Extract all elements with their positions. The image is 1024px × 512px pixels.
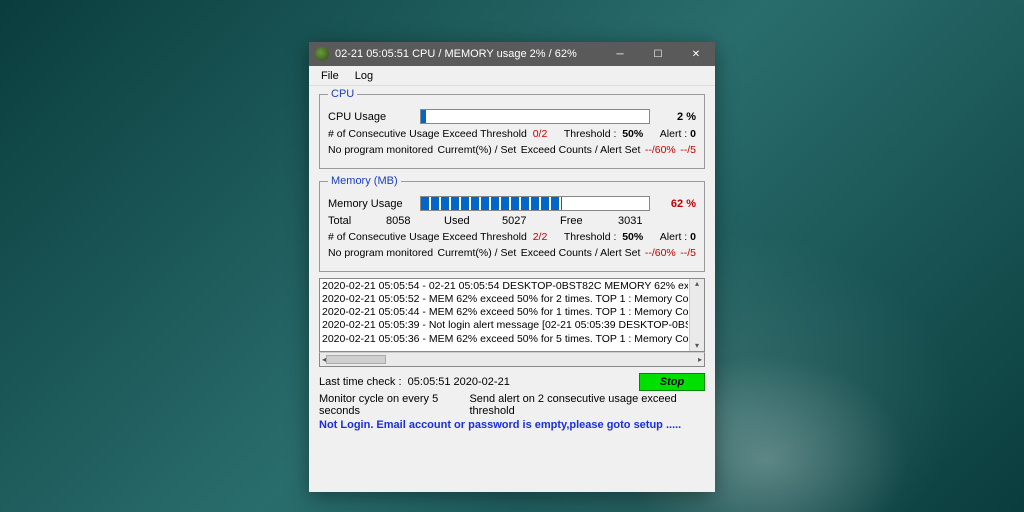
cpu-progress-fill [421, 110, 426, 123]
lastcheck-label: Last time check : [319, 376, 402, 388]
cpu-progress [420, 109, 650, 124]
mem-col3: --/60% [645, 247, 676, 259]
cpu-exceed-label: # of Consecutive Usage Exceed Threshold [328, 128, 527, 140]
titlebar[interactable]: 02-21 05:05:51 CPU / MEMORY usage 2% / 6… [309, 42, 715, 66]
mem-threshold-value: 50% [622, 231, 643, 243]
mem-progress-fill [421, 197, 562, 210]
mem-free-k: Free [560, 215, 618, 227]
monitor-cycle-text: Monitor cycle on every 5 seconds [319, 393, 469, 417]
menu-log[interactable]: Log [347, 68, 381, 84]
app-icon [315, 47, 329, 61]
cpu-alert-value: 0 [690, 128, 696, 140]
mem-progress [420, 196, 650, 211]
content-area: CPU CPU Usage 2 % # of Consecutive Usage… [309, 86, 715, 492]
cpu-col3: --/60% [645, 144, 676, 156]
maximize-button[interactable]: ☐ [639, 42, 677, 66]
mem-alert-value: 0 [690, 231, 696, 243]
log-horizontal-scrollbar[interactable]: ◂ ▸ [319, 352, 705, 367]
close-button[interactable]: ✕ [677, 42, 715, 66]
mem-exceed-label: # of Consecutive Usage Exceed Threshold [328, 231, 527, 243]
cpu-col4: --/5 [680, 144, 696, 156]
cpu-col2: Exceed Counts / Alert Set [521, 144, 641, 156]
cpu-usage-label: CPU Usage [328, 111, 420, 123]
cpu-threshold-label: Threshold : [564, 128, 617, 140]
alert-rule-text: Send alert on 2 consecutive usage exceed… [469, 393, 705, 417]
mem-threshold-label: Threshold : [564, 231, 617, 243]
mem-used-v: 5027 [502, 215, 560, 227]
cpu-usage-pct: 2 % [660, 111, 696, 123]
minimize-button[interactable]: ─ [601, 42, 639, 66]
log-line[interactable]: 2020-02-21 05:05:39 - Not login alert me… [322, 319, 688, 332]
mem-total-k: Total [328, 215, 386, 227]
log-line[interactable]: 2020-02-21 05:05:52 - MEM 62% exceed 50%… [322, 293, 688, 306]
stop-button[interactable]: Stop [639, 373, 705, 391]
log-line[interactable]: 2020-02-21 05:05:36 - MEM 62% exceed 50%… [322, 333, 688, 346]
mem-alert-label: Alert : [660, 231, 687, 243]
mem-used-k: Used [444, 215, 502, 227]
menubar: File Log [309, 66, 715, 86]
mem-col4: --/5 [680, 247, 696, 259]
cpu-group: CPU CPU Usage 2 % # of Consecutive Usage… [319, 88, 705, 169]
cpu-legend: CPU [328, 88, 357, 100]
log-vertical-scrollbar[interactable] [689, 279, 704, 351]
memory-legend: Memory (MB) [328, 175, 401, 187]
scroll-thumb[interactable] [326, 355, 386, 364]
cpu-noprog: No program monitored [328, 144, 433, 156]
cpu-threshold-value: 50% [622, 128, 643, 140]
login-status-text: Not Login. Email account or password is … [319, 419, 681, 431]
log-listbox[interactable]: 2020-02-21 05:05:54 - 02-21 05:05:54 DES… [319, 278, 705, 352]
mem-noprog: No program monitored [328, 247, 433, 259]
cpu-exceed-value: 0/2 [533, 128, 548, 140]
app-window: 02-21 05:05:51 CPU / MEMORY usage 2% / 6… [309, 42, 715, 492]
mem-usage-pct: 62 % [660, 198, 696, 210]
memory-group: Memory (MB) Memory Usage 62 % Total 8058… [319, 175, 705, 272]
mem-exceed-value: 2/2 [533, 231, 548, 243]
cpu-alert-label: Alert : [660, 128, 687, 140]
log-line[interactable]: 2020-02-21 05:05:54 - 02-21 05:05:54 DES… [322, 280, 688, 293]
mem-col1: Curremt(%) / Set [438, 247, 517, 259]
log-line[interactable]: 2020-02-21 05:05:44 - MEM 62% exceed 50%… [322, 306, 688, 319]
mem-usage-label: Memory Usage [328, 198, 420, 210]
mem-col2: Exceed Counts / Alert Set [521, 247, 641, 259]
cpu-col1: Curremt(%) / Set [438, 144, 517, 156]
menu-file[interactable]: File [313, 68, 347, 84]
scroll-right-icon[interactable]: ▸ [698, 355, 702, 364]
lastcheck-value: 05:05:51 2020-02-21 [408, 376, 510, 388]
window-title: 02-21 05:05:51 CPU / MEMORY usage 2% / 6… [335, 48, 601, 60]
mem-free-v: 3031 [618, 215, 676, 227]
mem-total-v: 8058 [386, 215, 444, 227]
